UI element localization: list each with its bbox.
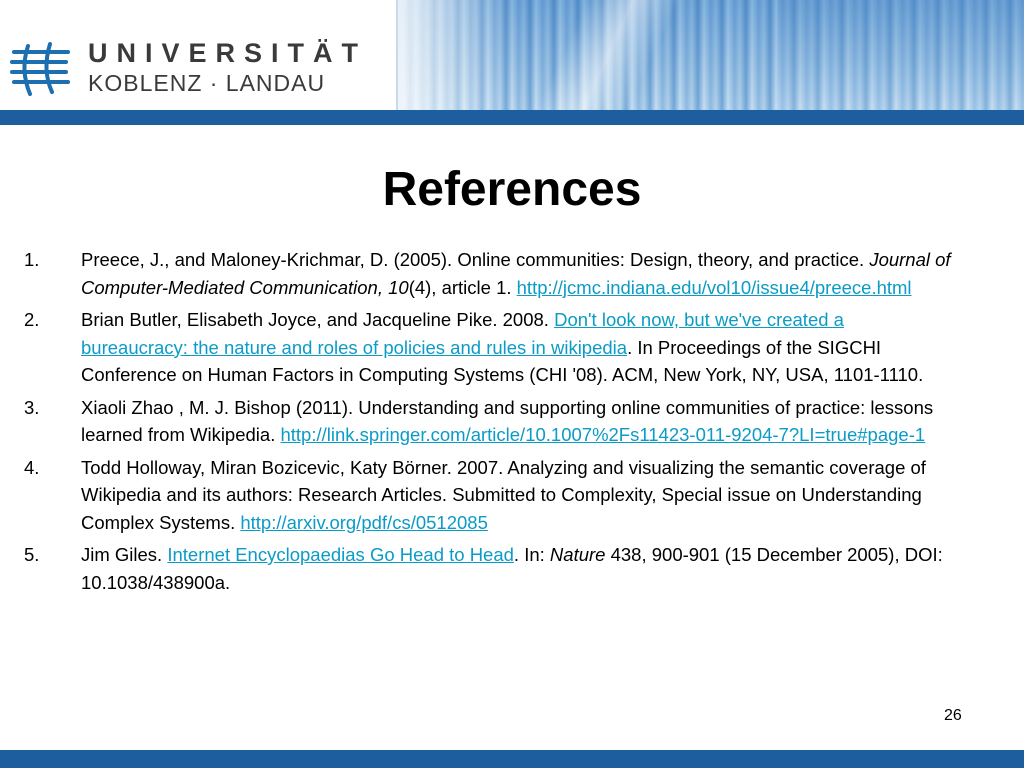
reference-number: 5. xyxy=(24,544,40,565)
header-banner-image xyxy=(398,0,1024,110)
reference-number: 1. xyxy=(24,249,40,270)
university-name-line1: UNIVERSITÄT xyxy=(88,38,368,68)
reference-text: . In: xyxy=(513,544,550,565)
reference-link[interactable]: http://jcmc.indiana.edu/vol10/issue4/pre… xyxy=(517,277,912,298)
reference-text: Todd Holloway, Miran Bozicevic, Katy Bör… xyxy=(81,456,926,533)
reference-item: 2. Brian Butler, Elisabeth Joyce, and Jac… xyxy=(24,306,954,389)
reference-item: 1. Preece, J., and Maloney-Krichmar, D. (… xyxy=(24,246,954,301)
reference-number: 2. xyxy=(24,309,40,330)
reference-link[interactable]: http://arxiv.org/pdf/cs/0512085 xyxy=(240,512,488,533)
reference-text: Brian Butler, Elisabeth Joyce, and Jacqu… xyxy=(81,309,555,330)
reference-italic-text: Nature xyxy=(549,544,606,565)
reference-item: 3. Xiaoli Zhao , M. J. Bishop (2011). Und… xyxy=(24,394,954,449)
references-list: 1. Preece, J., and Maloney-Krichmar, D. (… xyxy=(24,246,954,601)
reference-text: Preece, J., and Maloney-Krichmar, D. (20… xyxy=(81,249,870,270)
reference-text: (4), article 1. xyxy=(408,276,517,298)
page-number: 26 xyxy=(944,707,962,724)
reference-number: 3. xyxy=(24,396,40,418)
reference-link[interactable]: http://link.springer.com/article/10.1007… xyxy=(280,424,925,445)
reference-item: 5. Jim Giles. Internet Encyclopaedias Go … xyxy=(24,541,954,596)
reference-text: Jim Giles. xyxy=(81,544,168,565)
reference-number: 4. xyxy=(24,456,40,478)
university-name-line2: KOBLENZ · LANDAU xyxy=(88,70,326,96)
reference-link[interactable]: Internet Encyclopaedias Go Head to Head xyxy=(167,544,514,565)
header-accent-bar xyxy=(0,110,1024,125)
reference-item: 4. Todd Holloway, Miran Bozicevic, Katy B… xyxy=(24,454,954,537)
header-divider xyxy=(396,0,398,110)
slide-title: References xyxy=(382,163,642,216)
slide-header: UNIVERSITÄT KOBLENZ · LANDAU xyxy=(0,0,1024,110)
footer-accent-bar xyxy=(0,750,1024,768)
university-logo-icon xyxy=(10,42,70,96)
